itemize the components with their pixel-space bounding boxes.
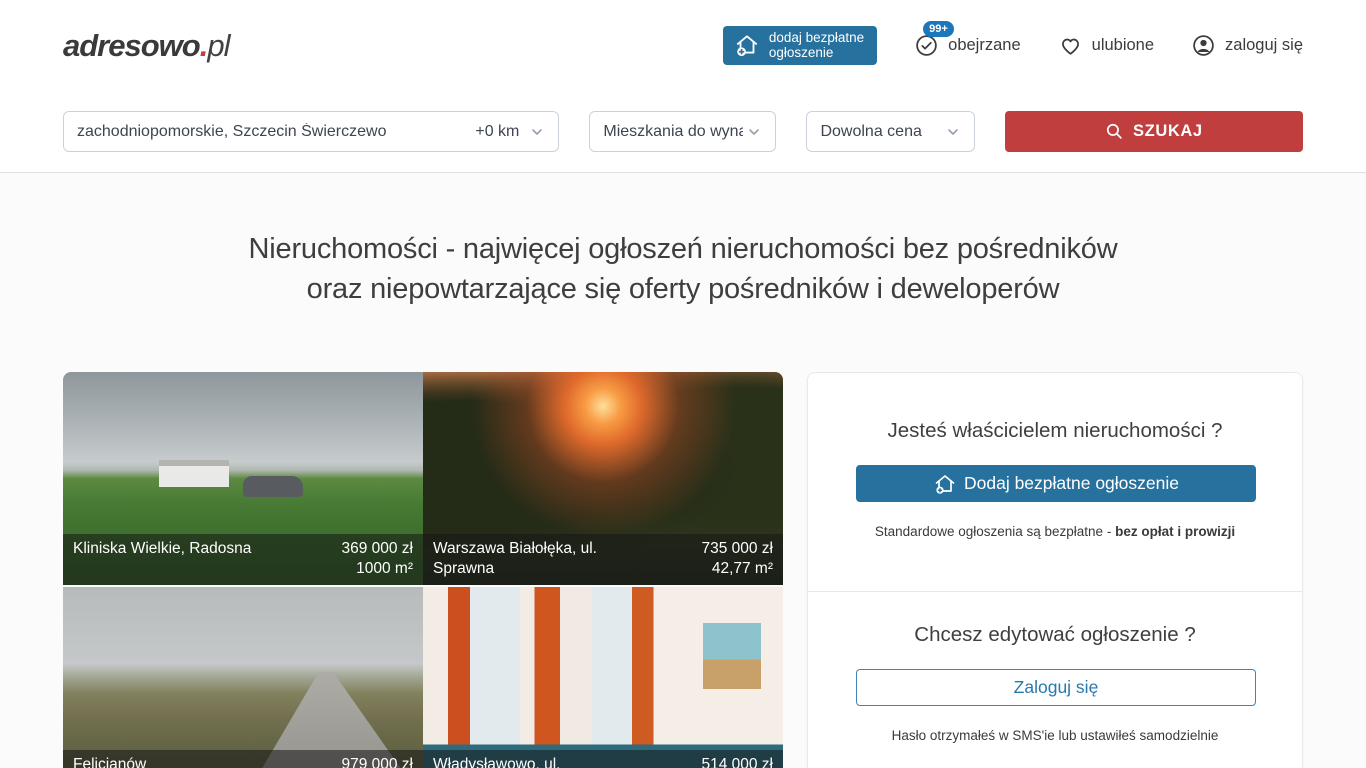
login-label: zaloguj się (1225, 36, 1303, 55)
listing-price: 369 000 zł (341, 539, 413, 559)
nav-item-login[interactable]: zaloguj się (1191, 33, 1303, 58)
owner-panel: Jesteś właścicielem nieruchomości ? Doda… (807, 372, 1303, 768)
owner-note-bold: bez opłat i prowizji (1115, 524, 1235, 539)
listing-location: Władysławowo, ul. (433, 755, 561, 768)
radius-select[interactable]: +0 km (475, 123, 545, 141)
listing-price-area: 979 000 zł (341, 755, 413, 768)
listing-area: 1000 m² (341, 559, 413, 579)
house-plus-icon (734, 32, 760, 58)
person-circle-icon (1191, 33, 1216, 58)
add-listing-label: dodaj bezpłatne ogłoszenie (769, 30, 864, 60)
owner-heading: Jesteś właścicielem nieruchomości ? (856, 419, 1254, 443)
login-sidebar-label: Zaloguj się (1014, 677, 1099, 698)
logo[interactable]: adresowo.pl (63, 28, 229, 64)
listings-grid: Kliniska Wielkie, Radosna 369 000 zł 100… (63, 372, 783, 768)
owner-note: Standardowe ogłoszenia są bezpłatne - be… (856, 524, 1254, 539)
listing-caption: Kliniska Wielkie, Radosna 369 000 zł 100… (63, 534, 423, 585)
listing-price: 514 000 zł (701, 755, 773, 768)
listing-location: Kliniska Wielkie, Radosna (73, 539, 251, 579)
add-listing-button[interactable]: dodaj bezpłatne ogłoszenie (723, 26, 877, 65)
category-select[interactable]: Mieszkania do wynajęc (589, 111, 776, 152)
page-title-line2: oraz niepowtarzające się oferty pośredni… (0, 269, 1366, 309)
edit-section: Chcesz edytować ogłoszenie ? Zaloguj się… (808, 592, 1302, 768)
price-value: Dowolna cena (820, 123, 921, 141)
listing-caption: Władysławowo, ul. 514 000 zł (423, 750, 783, 768)
house-plus-icon (933, 472, 957, 496)
listing-caption: Warszawa Białołęka, ul. Sprawna 735 000 … (423, 534, 783, 585)
listing-location: Warszawa Białołęka, ul. Sprawna (433, 539, 630, 579)
listing-price: 735 000 zł (701, 539, 773, 559)
nav-item-favorites[interactable]: ulubione (1058, 33, 1154, 58)
search-icon (1105, 122, 1124, 141)
listing-price-area: 514 000 zł (701, 755, 773, 768)
heart-icon (1058, 33, 1083, 58)
radius-value: +0 km (475, 123, 519, 141)
add-listing-sidebar-button[interactable]: Dodaj bezpłatne ogłoszenie (856, 465, 1256, 502)
logo-brand: adresowo (63, 28, 200, 63)
owner-section: Jesteś właścicielem nieruchomości ? Doda… (808, 373, 1302, 591)
chevron-down-icon (945, 124, 961, 140)
listing-card[interactable]: Władysławowo, ul. 514 000 zł (423, 587, 783, 768)
listing-area: 42,77 m² (701, 559, 773, 579)
listing-price-area: 735 000 zł 42,77 m² (701, 539, 773, 579)
chevron-down-icon (529, 124, 545, 140)
header-actions: dodaj bezpłatne ogłoszenie 99+ obejrzane (723, 26, 1303, 65)
location-value: zachodniopomorskie, Szczecin Świerczewo (77, 123, 475, 141)
search-button[interactable]: SZUKAJ (1005, 111, 1303, 152)
viewed-count-badge: 99+ (923, 21, 954, 37)
sidebar: Jesteś właścicielem nieruchomości ? Doda… (807, 372, 1303, 768)
listing-card[interactable]: Felicjanów 979 000 zł (63, 587, 423, 768)
search-button-label: SZUKAJ (1133, 122, 1203, 141)
favorites-label: ulubione (1092, 36, 1154, 55)
page-title: Nieruchomości - najwięcej ogłoszeń nieru… (0, 229, 1366, 309)
listing-card[interactable]: Kliniska Wielkie, Radosna 369 000 zł 100… (63, 372, 423, 585)
listing-card[interactable]: Warszawa Białołęka, ul. Sprawna 735 000 … (423, 372, 783, 585)
listing-price-area: 369 000 zł 1000 m² (341, 539, 413, 579)
category-value: Mieszkania do wynajęc (603, 123, 743, 141)
edit-note: Hasło otrzymałeś w SMS'ie lub ustawiłeś … (856, 728, 1254, 743)
nav-item-viewed[interactable]: 99+ obejrzane (914, 33, 1020, 58)
price-select[interactable]: Dowolna cena (806, 111, 974, 152)
listing-caption: Felicjanów 979 000 zł (63, 750, 423, 768)
page-title-line1: Nieruchomości - najwięcej ogłoszeń nieru… (0, 229, 1366, 269)
location-input[interactable]: zachodniopomorskie, Szczecin Świerczewo … (63, 111, 559, 152)
search-bar: zachodniopomorskie, Szczecin Świerczewo … (63, 111, 1303, 152)
edit-heading: Chcesz edytować ogłoszenie ? (856, 623, 1254, 647)
viewed-label: obejrzane (948, 36, 1020, 55)
listing-price: 979 000 zł (341, 755, 413, 768)
login-sidebar-button[interactable]: Zaloguj się (856, 669, 1256, 706)
listing-location: Felicjanów (73, 755, 146, 768)
add-listing-sidebar-label: Dodaj bezpłatne ogłoszenie (964, 473, 1179, 494)
chevron-down-icon (746, 124, 762, 140)
site-header: adresowo.pl dodaj bezpłatne ogłoszenie (0, 0, 1366, 173)
header-top-row: adresowo.pl dodaj bezpłatne ogłoszenie (63, 26, 1303, 65)
main-content: Kliniska Wielkie, Radosna 369 000 zł 100… (0, 372, 1366, 768)
logo-tld: pl (207, 28, 229, 63)
